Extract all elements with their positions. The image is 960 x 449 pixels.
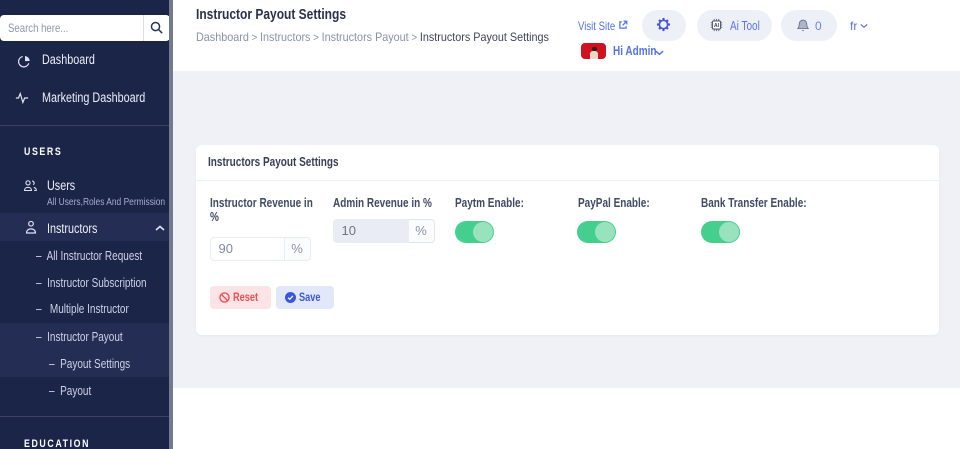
svg-text:AI: AI bbox=[714, 23, 720, 29]
